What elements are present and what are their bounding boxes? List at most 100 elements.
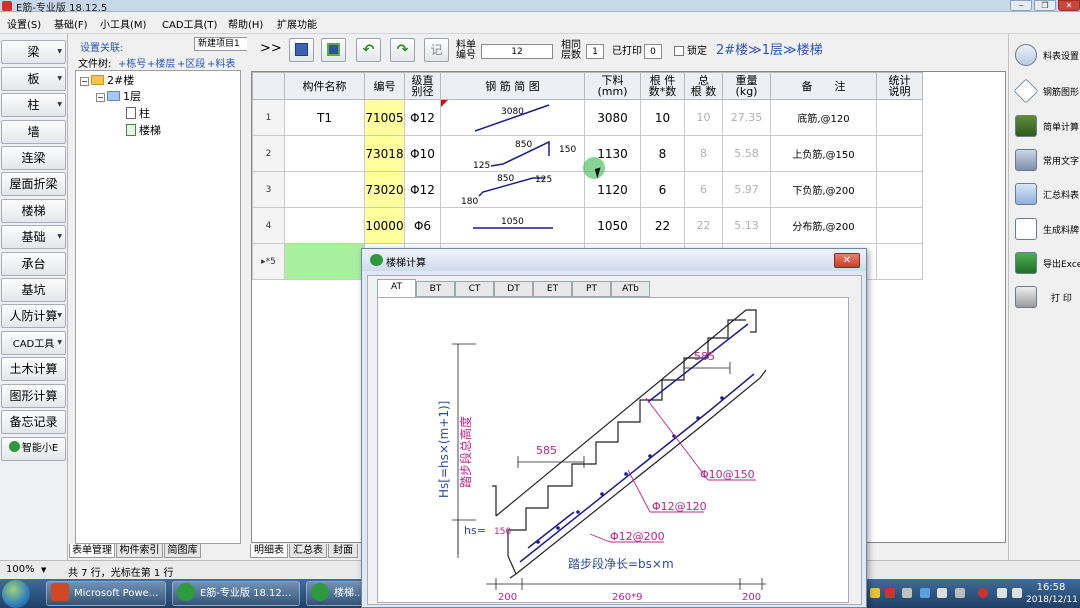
cell-stats[interactable] [876, 207, 923, 244]
nav-memo[interactable]: 备忘记录 [1, 410, 66, 434]
right-item-summary-sheet[interactable]: 汇总料表 [1011, 179, 1080, 209]
cell-code[interactable]: 10000 [364, 207, 405, 244]
tab-sheet-manage[interactable]: 表单管理 [69, 544, 115, 558]
clock[interactable]: 16:58 2018/12/11 [1026, 582, 1078, 606]
cell-cut-length[interactable]: 1050 [584, 207, 641, 244]
task-stairs[interactable]: 楼梯... [306, 581, 364, 606]
nav-foundation-pit[interactable]: 基坑 [1, 278, 66, 302]
cell-count[interactable]: 22 [640, 207, 685, 244]
nav-slab[interactable]: 板 ▼ [1, 67, 66, 91]
sheet-no-input[interactable]: 12 [481, 44, 553, 59]
undo-button[interactable]: ↶ [356, 38, 381, 62]
task-ejin[interactable]: E筋-专业版 18.12... [172, 581, 300, 606]
tab-stair-dt[interactable]: DT [494, 281, 533, 297]
right-item-common-text[interactable]: 常用文字 [1011, 145, 1080, 175]
volume-icon[interactable] [1012, 588, 1022, 598]
collapse-icon[interactable]: − [96, 93, 105, 102]
menu-help[interactable]: 帮助(H) [228, 16, 263, 31]
cell-cut-length[interactable]: 3080 [584, 99, 641, 136]
cell-note[interactable]: 下负筋,@200 [770, 171, 877, 208]
task-powerpoint[interactable]: Microsoft Powe... [46, 581, 166, 606]
cell-name[interactable] [284, 207, 365, 244]
table-row[interactable]: 4 10000 Φ6 1050 1050 22 22 5.13 分布筋,@200 [252, 207, 923, 244]
col-header-total[interactable]: 总 根 数 [684, 72, 723, 100]
col-header-stats[interactable]: 统计 说明 [876, 72, 923, 100]
dialog-close-button[interactable]: ✕ [834, 253, 860, 268]
cell-grade[interactable]: Φ12 [404, 171, 441, 208]
right-item-generate-tags[interactable]: 生成料牌 [1011, 214, 1080, 244]
tray-icon[interactable] [978, 588, 988, 598]
col-header-name[interactable]: 构件名称 [284, 72, 365, 100]
tray-icon[interactable] [902, 588, 912, 598]
add-section-link[interactable]: +区段 [177, 55, 205, 70]
tab-stair-bt[interactable]: BT [416, 281, 455, 297]
same-layers-input[interactable]: 1 [586, 44, 604, 59]
add-sheet-link[interactable]: +料表 [207, 55, 235, 70]
tab-sketch-library[interactable]: 简图库 [164, 544, 201, 558]
bluetooth-icon[interactable] [920, 588, 930, 598]
tree-node-column[interactable]: 柱 [126, 107, 150, 121]
tray-icon[interactable] [937, 588, 947, 598]
cell-name[interactable]: T1 [284, 99, 365, 136]
right-item-rebar-shape[interactable]: 钢筋图形 [1011, 76, 1080, 106]
tray-icon[interactable] [955, 588, 965, 598]
tree-node-building[interactable]: − 2#楼 [80, 74, 134, 88]
col-header-shape[interactable]: 钢 筋 简 图 [440, 72, 585, 100]
menu-basic[interactable]: 基础(F) [54, 16, 88, 31]
nav-foundation[interactable]: 基础 ▼ [1, 225, 66, 249]
col-header-code[interactable]: 编号 [364, 72, 405, 100]
cell-note[interactable]: 底筋,@120 [770, 99, 877, 136]
save-button[interactable] [289, 38, 314, 62]
cell-name[interactable] [284, 243, 365, 280]
nav-roof-folded-beam[interactable]: 屋面折梁 [1, 172, 66, 196]
cell-count[interactable]: 6 [640, 171, 685, 208]
maximize-button[interactable]: ❐ [1034, 0, 1056, 11]
right-item-print[interactable]: 打 印 [1011, 282, 1080, 312]
cell-count[interactable]: 10 [640, 99, 685, 136]
cell-stats[interactable] [876, 171, 923, 208]
right-item-simple-calc[interactable]: 简单计算 [1011, 111, 1080, 141]
table-row[interactable]: 1 T1 71005 Φ12 3080 3080 10 10 27.35 底筋,… [252, 99, 923, 136]
nav-civil-calc[interactable]: 土木计算 [1, 357, 66, 381]
cell-shape[interactable]: 1050 [440, 207, 585, 244]
cell-stats[interactable] [876, 243, 923, 280]
menu-cad[interactable]: CAD工具(T) [162, 16, 217, 31]
cell-stats[interactable] [876, 135, 923, 172]
tray-icon[interactable] [885, 588, 895, 598]
dialog-titlebar[interactable]: 楼梯计算 ✕ [362, 249, 866, 271]
lock-checkbox[interactable] [674, 46, 684, 56]
cell-code[interactable]: 71005 [364, 99, 405, 136]
nav-cad-tools[interactable]: CAD工具 ▼ [1, 331, 66, 355]
nav-beam[interactable]: 梁 ▼ [1, 40, 66, 64]
tab-stair-at[interactable]: AT [377, 279, 416, 298]
tab-component-index[interactable]: 构件索引 [116, 544, 163, 558]
note-button[interactable]: 记 [424, 38, 449, 62]
tab-stair-ct[interactable]: CT [455, 281, 494, 297]
expand-panel-button[interactable]: >> [260, 42, 282, 55]
cell-name[interactable] [284, 171, 365, 208]
cell-code[interactable]: 73018 [364, 135, 405, 172]
tab-stair-pt[interactable]: PT [572, 281, 611, 297]
menu-extensions[interactable]: 扩展功能 [277, 16, 317, 31]
right-item-export-excel[interactable]: 导出Excel [1011, 248, 1080, 278]
tab-stair-atb[interactable]: ATb [611, 281, 650, 297]
col-header-cut-length[interactable]: 下料 (mm) [584, 72, 641, 100]
nav-stairs[interactable]: 楼梯 [1, 199, 66, 223]
menu-tools[interactable]: 小工具(M) [100, 16, 146, 31]
col-header-grade[interactable]: 级直 别径 [404, 72, 441, 100]
minimize-button[interactable]: ‒ [1010, 0, 1032, 11]
nav-civil-defense[interactable]: 人防计算 ▼ [1, 304, 66, 328]
cell-grade[interactable]: Φ12 [404, 99, 441, 136]
nav-pile-cap[interactable]: 承台 [1, 252, 66, 276]
close-button[interactable]: ✕ [1058, 0, 1080, 11]
right-item-sheet-settings[interactable]: 料表设置 [1011, 40, 1080, 70]
cell-shape[interactable]: 850 150 125 [440, 135, 585, 172]
tab-summary[interactable]: 汇总表 [289, 544, 327, 558]
zoom-level[interactable]: 100% [6, 564, 35, 575]
cell-count[interactable]: 8 [640, 135, 685, 172]
tray-icon[interactable] [870, 588, 880, 598]
tree-node-stairs[interactable]: 楼梯 [126, 124, 161, 138]
tree-node-floor[interactable]: − 1层 [96, 90, 141, 104]
nav-column[interactable]: 柱 ▼ [1, 93, 66, 117]
printed-count-input[interactable]: 0 [644, 44, 662, 59]
